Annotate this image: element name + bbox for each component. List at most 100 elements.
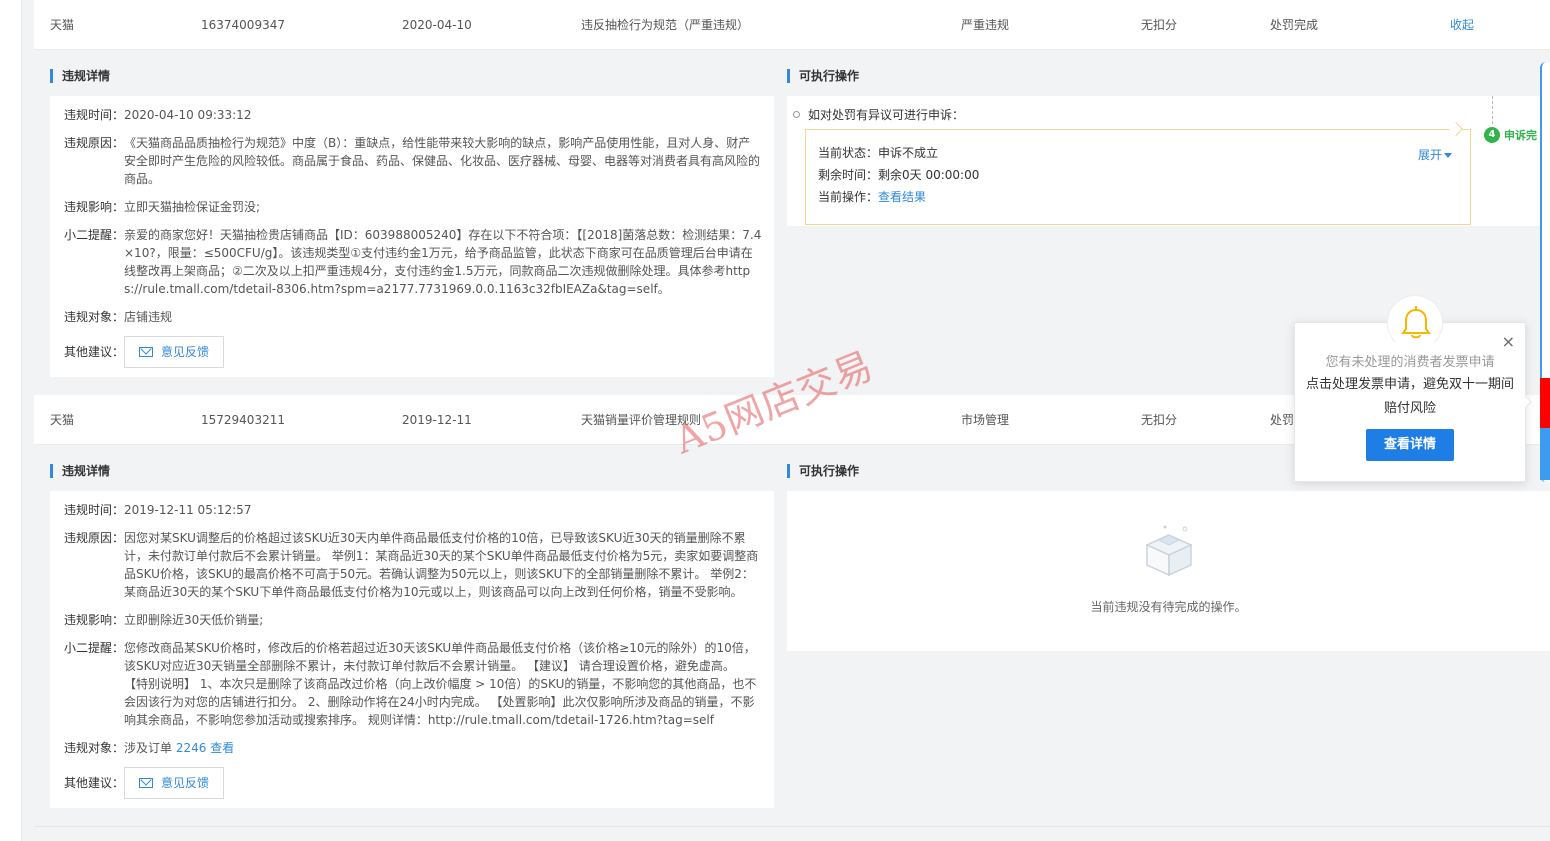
remain-label: 剩余时间：	[818, 168, 879, 182]
violation-time-field: 违规时间： 2020-04-10 09:33:12	[62, 106, 762, 124]
status-cell: 处罚完成	[1270, 18, 1319, 32]
collapse-link[interactable]: 收起	[1450, 0, 1474, 50]
step-text: 申诉完	[1504, 129, 1537, 142]
empty-state-text: 当前违规没有待完成的操作。	[1090, 600, 1247, 614]
op-label: 当前操作：	[818, 190, 879, 204]
state-value: 申诉不成立	[878, 146, 939, 160]
field-value: 意见反馈	[124, 767, 762, 799]
field-label: 小二提醒：	[63, 641, 124, 655]
invoice-reminder-popup: × 您有未处理的消费者发票申请 点击处理发票申请，避免双十一期间赔付风险 查看详…	[1294, 295, 1526, 482]
violation-id-cell: 16374009347	[201, 18, 285, 32]
deduction-cell: 无扣分	[1141, 18, 1178, 32]
field-value: 《天猫商品品质抽检行为规范》中度（B）：重缺点，给性能带来较大影响的缺点，影响产…	[124, 136, 761, 186]
timeline-dot-icon	[793, 111, 800, 118]
action-box: 如对处罚有异议可进行申诉： 当前状态：申诉不成立 剩余时间：剩余0天 00:00…	[787, 96, 1550, 226]
status-cell: 处罚	[1270, 413, 1295, 427]
field-value: 2020-04-10 09:33:12	[124, 108, 252, 122]
staff-tip-field: 小二提醒： 亲爱的商家您好！天猫抽检贵店铺商品【ID：603988005240】…	[62, 226, 762, 298]
field-label: 其他建议：	[63, 345, 124, 359]
feedback-label: 意见反馈	[161, 345, 210, 359]
violation-impact-field: 违规影响： 立即天猫抽检保证金罚没;	[62, 198, 762, 216]
field-value: 意见反馈	[124, 336, 762, 368]
field-label: 违规影响：	[63, 200, 124, 214]
field-label: 违规对象：	[63, 310, 124, 324]
step-number: 4	[1484, 127, 1500, 143]
detail-box: 违规时间： 2020-04-10 09:33:12 违规原因： 《天猫商品品质抽…	[50, 96, 774, 377]
expand-toggle[interactable]: 展开	[1418, 146, 1452, 163]
field-label: 违规原因：	[63, 136, 124, 150]
platform-cell: 天猫	[50, 18, 75, 32]
field-value: 因您对某SKU调整后的价格超过该SKU近30天内单件商品最低支付价格的10倍，已…	[124, 531, 759, 599]
feedback-button[interactable]: 意见反馈	[124, 336, 225, 368]
remaining-time-row: 剩余时间：剩余0天 00:00:00	[818, 164, 1458, 186]
bell-badge	[1387, 295, 1443, 351]
order-count[interactable]: 2246	[176, 741, 207, 755]
rule-cell: 天猫销量评价管理规则	[581, 413, 702, 427]
field-value: 涉及订单 2246 查看	[124, 739, 762, 757]
detail-box: 违规时间： 2019-12-11 05:12:57 违规原因： 因您对某SKU调…	[50, 491, 774, 808]
object-text: 涉及订单	[124, 741, 173, 755]
field-label: 违规时间：	[63, 108, 124, 122]
field-value: 亲爱的商家您好！天猫抽检贵店铺商品【ID：603988005240】存在以下不符…	[124, 228, 762, 296]
current-state-row: 当前状态：申诉不成立	[818, 142, 1458, 164]
appeal-hint: 如对处罚有异议可进行申诉：	[793, 106, 964, 123]
field-value: 您修改商品某SKU价格时，修改后的价格若超过近30天该SKU单件商品最低支付价格…	[124, 641, 757, 727]
other-suggestion-field: 其他建议： 意见反馈	[62, 767, 762, 799]
field-value: 2019-12-11 05:12:57	[124, 503, 252, 517]
left-side-strip	[0, 0, 22, 841]
violation-detail-area: 违规详情 违规时间： 2019-12-11 05:12:57 违规原因： 因您对…	[34, 446, 1550, 826]
list-bottom-divider	[34, 826, 1550, 827]
violation-impact-field: 违规影响： 立即删除近30天低价销量;	[62, 611, 762, 629]
detail-section-title: 违规详情	[50, 69, 110, 83]
close-icon[interactable]: ×	[1502, 334, 1515, 350]
bell-icon	[1401, 306, 1431, 339]
rule-cell: 违反抽检行为规范（严重违规）	[581, 18, 750, 32]
feedback-button[interactable]: 意见反馈	[124, 767, 225, 799]
field-value: 立即天猫抽检保证金罚没;	[124, 200, 261, 214]
date-cell: 2020-04-10	[402, 18, 472, 32]
expand-label: 展开	[1417, 148, 1442, 162]
popup-line2: 点击处理发票申请，避免双十一期间赔付风险	[1305, 377, 1514, 416]
feedback-label: 意见反馈	[161, 776, 210, 790]
action-box: 当前违规没有待完成的操作。	[787, 491, 1550, 651]
timeline-dash	[1492, 96, 1493, 124]
date-cell: 2019-12-11	[402, 413, 472, 427]
detail-section-title: 违规详情	[50, 464, 110, 478]
current-operation-row: 当前操作：查看结果	[818, 186, 1458, 208]
field-label: 违规原因：	[63, 531, 124, 545]
empty-state: 当前违规没有待完成的操作。	[787, 521, 1550, 615]
field-label: 违规对象：	[63, 741, 124, 755]
view-orders-link[interactable]: 查看	[210, 741, 234, 755]
empty-box-icon	[1144, 525, 1193, 577]
right-rail-blue-tab[interactable]	[1540, 428, 1550, 480]
field-value: 立即删除近30天低价销量;	[124, 613, 264, 627]
appeal-step-badge: 4 申诉完	[1484, 127, 1537, 143]
violation-object-field: 违规对象： 涉及订单 2246 查看	[62, 739, 762, 757]
violation-id-cell: 15729403211	[201, 413, 285, 427]
action-section-title: 可执行操作	[787, 464, 859, 478]
violation-object-field: 违规对象： 店铺违规	[62, 308, 762, 326]
state-label: 当前状态：	[818, 146, 879, 160]
category-cell: 市场管理	[961, 413, 1010, 427]
remain-value: 剩余0天 00:00:00	[878, 168, 980, 182]
appeal-status-card: 当前状态：申诉不成立 剩余时间：剩余0天 00:00:00 当前操作：查看结果 …	[805, 129, 1471, 225]
violation-summary-row: 天猫 16374009347 2020-04-10 违反抽检行为规范（严重违规）…	[34, 0, 1550, 50]
mail-icon	[139, 778, 153, 788]
other-suggestion-field: 其他建议： 意见反馈	[62, 336, 762, 368]
appeal-hint-text: 如对处罚有异议可进行申诉：	[808, 108, 965, 122]
popup-line1: 您有未处理的消费者发票申请	[1325, 355, 1495, 370]
field-label: 违规时间：	[63, 503, 124, 517]
violation-reason-field: 违规原因： 《天猫商品品质抽检行为规范》中度（B）：重缺点，给性能带来较大影响的…	[62, 134, 762, 188]
field-label: 其他建议：	[63, 776, 124, 790]
platform-cell: 天猫	[50, 413, 75, 427]
field-label: 小二提醒：	[63, 228, 124, 242]
staff-tip-field: 小二提醒： 您修改商品某SKU价格时，修改后的价格若超过近30天该SKU单件商品…	[62, 639, 762, 729]
field-value: 店铺违规	[124, 310, 173, 324]
caret-down-icon	[1444, 153, 1452, 158]
field-label: 违规影响：	[63, 613, 124, 627]
view-details-button[interactable]: 查看详情	[1366, 429, 1454, 461]
right-rail-red-tab[interactable]	[1540, 378, 1550, 428]
category-cell: 严重违规	[961, 18, 1010, 32]
action-section-title: 可执行操作	[787, 69, 859, 83]
view-result-link[interactable]: 查看结果	[878, 190, 926, 204]
